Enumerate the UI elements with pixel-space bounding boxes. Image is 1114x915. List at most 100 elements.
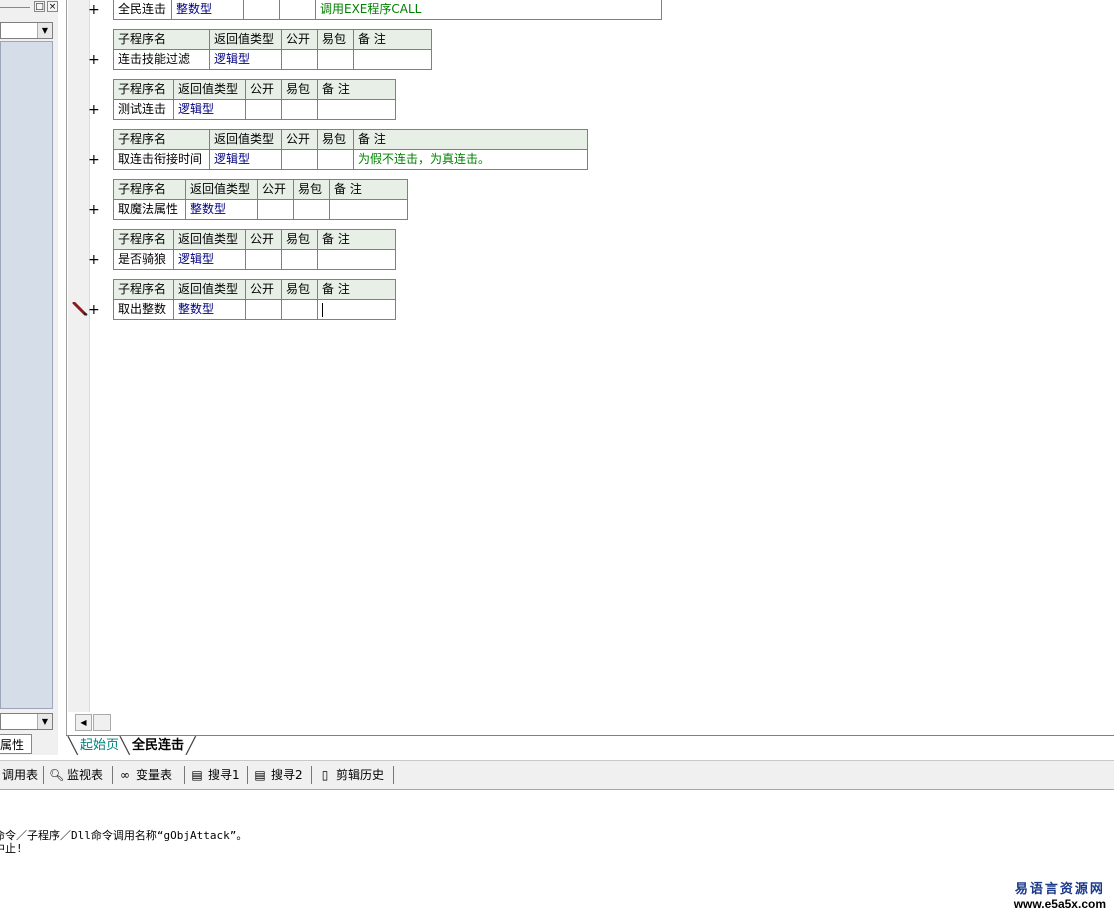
output-panel[interactable]: 命令／子程序／Dll命令调用名称“gObjAttack”。 中止! [0, 790, 1114, 915]
header-type: 返回值类型 [209, 29, 282, 50]
header-easy: 易包 [281, 279, 318, 300]
tab-separator: ╱ [186, 736, 196, 755]
easy-flag[interactable] [279, 0, 316, 20]
tab-search-1[interactable]: ▤ 搜寻1 [190, 767, 239, 783]
left-panel-titlebar: □ × [0, 0, 58, 16]
tab-quanmin-lianji[interactable]: 全民连击 [132, 736, 184, 755]
easy-flag[interactable] [317, 149, 354, 170]
header-type: 返回值类型 [185, 179, 258, 200]
public-flag[interactable] [281, 49, 318, 70]
binoculars-icon: ∞ [120, 768, 130, 782]
header-note: 备 注 [329, 179, 408, 200]
header-type: 返回值类型 [173, 79, 246, 100]
return-type[interactable]: 逻辑型 [209, 49, 282, 70]
divider [43, 766, 44, 784]
expand-icon[interactable]: + [88, 153, 100, 167]
easy-flag[interactable] [281, 299, 318, 320]
header-name: 子程序名 [113, 79, 174, 100]
return-type[interactable]: 逻辑型 [173, 249, 246, 270]
expand-icon[interactable]: + [88, 53, 100, 67]
tab-watch-table[interactable]: 🔍︎ 监视表 [49, 767, 103, 783]
header-type: 返回值类型 [209, 129, 282, 150]
search-doc-icon: ▤ [254, 768, 266, 782]
editor-border [66, 0, 67, 735]
easy-flag[interactable] [293, 199, 330, 220]
subroutine-name[interactable]: 测试连击 [113, 99, 174, 120]
subroutine-table-active: 子程序名 返回值类型 公开 易包 备 注 取出整数 整数型 [113, 279, 396, 320]
restore-icon[interactable]: □ [34, 1, 45, 12]
remark[interactable] [329, 199, 408, 220]
subroutine-name[interactable]: 是否骑狼 [113, 249, 174, 270]
tab-call-table[interactable]: 调用表 [2, 767, 38, 783]
left-panel: □ × ▼ ▼ 属性 [0, 0, 58, 755]
scrollbar-thumb[interactable] [93, 714, 111, 731]
public-flag[interactable] [281, 149, 318, 170]
output-line: 中止! [0, 842, 23, 855]
header-easy: 易包 [317, 129, 354, 150]
tab-start-page[interactable]: 起始页 [80, 736, 119, 755]
subroutine-name[interactable]: 取出整数 [113, 299, 174, 320]
clipboard-icon: ▯ [321, 768, 329, 782]
divider [311, 766, 312, 784]
object-selector-combo[interactable]: ▼ [0, 22, 53, 39]
public-flag[interactable] [245, 249, 282, 270]
toolbar-label: 调用表 [2, 768, 39, 782]
remark[interactable]: 调用EXE程序CALL [315, 0, 662, 20]
remark[interactable]: 为假不连击，为真连击。 [353, 149, 588, 170]
subroutine-table: 子程序名 返回值类型 公开 易包 备 注 连击技能过滤 逻辑型 [113, 29, 432, 70]
horizontal-scrollbar[interactable]: ◀ [75, 714, 1114, 731]
subroutine-table: 子程序名 返回值类型 公开 易包 备 注 取魔法属性 整数型 [113, 179, 408, 220]
remark[interactable] [353, 49, 432, 70]
event-selector-combo[interactable]: ▼ [0, 713, 53, 730]
easy-flag[interactable] [281, 249, 318, 270]
header-type: 返回值类型 [173, 229, 246, 250]
toolbar-label: 变量表 [136, 768, 173, 782]
expand-icon[interactable]: + [88, 103, 100, 117]
header-public: 公开 [245, 229, 282, 250]
header-note: 备 注 [317, 279, 396, 300]
easy-flag[interactable] [317, 49, 354, 70]
easy-flag[interactable] [281, 99, 318, 120]
editor-gutter [68, 0, 90, 712]
expand-icon[interactable]: + [88, 303, 100, 317]
return-type[interactable]: 整数型 [171, 0, 244, 20]
chevron-down-icon[interactable]: ▼ [37, 714, 52, 729]
tab-search-2[interactable]: ▤ 搜寻2 [253, 767, 302, 783]
subroutine-name[interactable]: 取连击衔接时间 [113, 149, 210, 170]
watermark-title: 易语言资源网 [1014, 882, 1105, 897]
toolbar-label: 剪辑历史 [336, 768, 385, 782]
return-type[interactable]: 整数型 [173, 299, 246, 320]
subroutine-name[interactable]: 全民连击 [113, 0, 172, 20]
header-note: 备 注 [317, 79, 396, 100]
expand-icon[interactable]: + [88, 253, 100, 267]
close-icon[interactable]: × [47, 1, 58, 12]
remark-editing[interactable] [317, 299, 396, 320]
tab-variable-table[interactable]: ∞ 变量表 [118, 767, 172, 783]
return-type[interactable]: 整数型 [185, 199, 258, 220]
property-list[interactable] [0, 41, 53, 709]
remark[interactable] [317, 99, 396, 120]
header-note: 备 注 [317, 229, 396, 250]
tab-clip-history[interactable]: ▯ 剪辑历史 [318, 767, 384, 783]
public-flag[interactable] [243, 0, 280, 20]
remark[interactable] [317, 249, 396, 270]
public-flag[interactable] [245, 299, 282, 320]
header-note: 备 注 [353, 129, 588, 150]
watermark: 易语言资源网 www.e5a5x.com [1014, 878, 1106, 911]
subroutine-name[interactable]: 取魔法属性 [113, 199, 186, 220]
divider [247, 766, 248, 784]
header-public: 公开 [281, 129, 318, 150]
chevron-left-icon[interactable]: ◀ [75, 714, 92, 731]
return-type[interactable]: 逻辑型 [209, 149, 282, 170]
public-flag[interactable] [245, 99, 282, 120]
expand-icon[interactable]: + [88, 203, 100, 217]
chevron-down-icon[interactable]: ▼ [37, 23, 52, 38]
tab-properties[interactable]: 属性 [0, 734, 32, 754]
header-public: 公开 [257, 179, 294, 200]
return-type[interactable]: 逻辑型 [173, 99, 246, 120]
public-flag[interactable] [257, 199, 294, 220]
expand-icon[interactable]: + [88, 3, 100, 17]
subroutine-name[interactable]: 连击技能过滤 [113, 49, 210, 70]
watermark-url: www.e5a5x.com [1013, 897, 1106, 911]
header-name: 子程序名 [113, 279, 174, 300]
